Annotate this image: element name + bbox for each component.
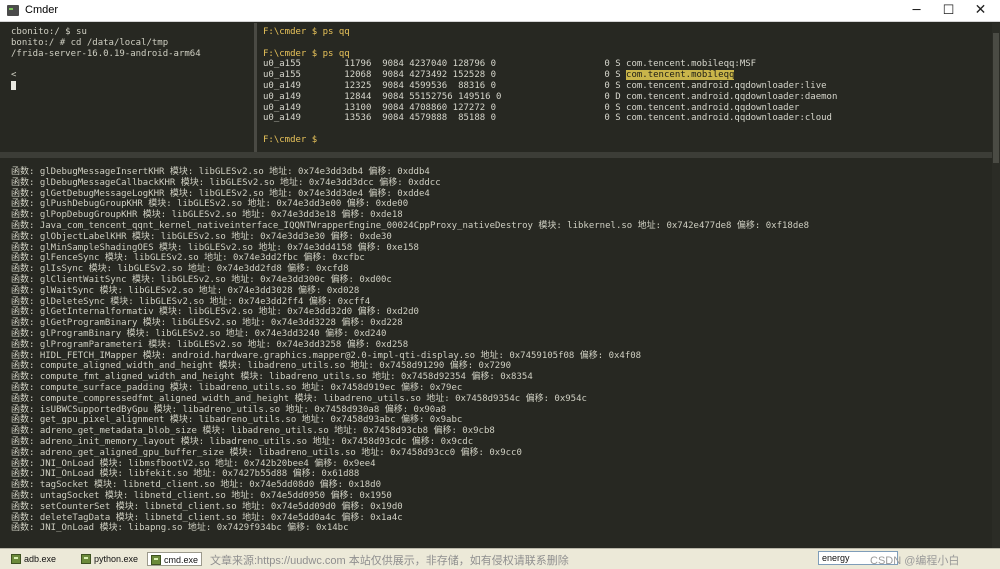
- left-pane-output: cbonito:/ $ su bonito:/ # cd /data/local…: [11, 27, 201, 93]
- cmder-icon: [7, 5, 19, 16]
- watermark-text: 文章来源:https://uudwc.com 本站仅供展示，非存储，如有侵权请联…: [210, 555, 569, 567]
- log-line: 函数: glFenceSync 模块: libGLESv2.so 地址: 0x7…: [11, 253, 365, 264]
- prompt-line-2: F:\cmder $ ps qq: [263, 48, 350, 59]
- log-line: 函数: glPopDebugGroupKHR 模块: libGLESv2.so …: [11, 210, 403, 221]
- log-line: 函数: tagSocket 模块: libnetd_client.so 地址: …: [11, 480, 382, 491]
- bottom-pane-output: 函数: glDebugMessageInsertKHR 模块: libGLESv…: [11, 167, 809, 534]
- log-line: 函数: HIDL_FETCH_IMapper 模块: android.hardw…: [11, 350, 642, 361]
- tab-label: adb.exe: [24, 554, 57, 564]
- ps-row-2: u0_a155 12068 9084 4273492 152528 0 0 S …: [263, 70, 735, 81]
- log-line: 函数: compute_aligned_width_and_height 模块:…: [11, 361, 512, 372]
- prompt-line-1: F:\cmder $ ps qq: [263, 27, 350, 37]
- highlighted-process: com.tencent.mobileqq: [626, 70, 735, 81]
- log-line: 函数: glGetDebugMessageLogKHR 模块: libGLESv…: [11, 188, 430, 199]
- terminal-pane-right[interactable]: F:\cmder $ ps qq F:\cmder $ ps qq u0_a15…: [257, 23, 992, 152]
- log-line: 函数: compute_surface_padding 模块: libadren…: [11, 382, 463, 393]
- log-line: 函数: glClientWaitSync 模块: libGLESv2.so 地址…: [11, 274, 392, 285]
- close-button[interactable]: ✕: [964, 0, 997, 21]
- left-line-3: /frida-server-16.0.19-android-arm64: [11, 48, 201, 59]
- ps-row-1: u0_a155 11796 9084 4237040 128796 0 0 S …: [263, 59, 757, 70]
- log-line: 函数: glDebugMessageInsertKHR 模块: libGLESv…: [11, 167, 430, 177]
- tab-label: cmd.exe: [164, 555, 199, 565]
- terminal-pane-bottom[interactable]: 函数: glDebugMessageInsertKHR 模块: libGLESv…: [0, 158, 992, 548]
- log-line: 函数: glMinSampleShadingOES 模块: libGLESv2.…: [11, 242, 419, 253]
- left-line-5: <: [11, 70, 17, 81]
- status-bar: adb.exe python.exe cmd.exe 文章来源:https://…: [0, 548, 1000, 569]
- log-line: 函数: glProgramBinary 模块: libGLESv2.so 地址:…: [11, 328, 387, 339]
- log-line: 函数: glGetInternalformativ 模块: libGLESv2.…: [11, 307, 419, 318]
- left-line-1: cbonito:/ $ su: [11, 27, 87, 37]
- maximize-button[interactable]: ☐: [932, 0, 965, 21]
- log-line: 函数: glProgramParameteri 模块: libGLESv2.so…: [11, 339, 409, 350]
- title-bar: Cmder ─ ☐ ✕: [0, 0, 1000, 22]
- log-line: 函数: JNI_OnLoad 模块: libapng.so 地址: 0x7429…: [11, 523, 349, 534]
- prompt-line-3: F:\cmder $: [263, 134, 318, 145]
- log-line: 函数: compute_compressedfmt_aligned_width_…: [11, 393, 587, 404]
- log-line: 函数: compute_fmt_aligned_width_and_height…: [11, 372, 533, 383]
- scrollbar-thumb[interactable]: [993, 33, 999, 163]
- log-line: 函数: glPushDebugGroupKHR 模块: libGLESv2.so…: [11, 199, 409, 210]
- log-line: 函数: glIsSync 模块: libGLESv2.so 地址: 0x74e3…: [11, 264, 349, 275]
- window-title: Cmder: [25, 4, 59, 16]
- log-line: 函数: glDebugMessageCallbackKHR 模块: libGLE…: [11, 177, 441, 188]
- log-line: 函数: setCounterSet 模块: libnetd_client.so …: [11, 501, 403, 512]
- log-line: 函数: glDeleteSync 模块: libGLESv2.so 地址: 0x…: [11, 296, 371, 307]
- log-line: 函数: JNI_OnLoad 模块: libfekit.so 地址: 0x742…: [11, 469, 360, 480]
- log-line: 函数: get_gpu_pixel_alignment 模块: libadren…: [11, 415, 463, 426]
- log-line: 函数: untagSocket 模块: libnetd_client.so 地址…: [11, 490, 392, 501]
- log-line: 函数: adreno_init_memory_layout 模块: libadr…: [11, 436, 474, 447]
- console-icon: [81, 554, 91, 564]
- console-icon: [151, 555, 161, 565]
- ps-row-4: u0_a149 12844 9084 55152756 149516 0 0 D…: [263, 91, 838, 102]
- minimize-button[interactable]: ─: [900, 0, 933, 21]
- terminal-pane-left[interactable]: cbonito:/ $ su bonito:/ # cd /data/local…: [0, 23, 254, 152]
- ps-row-5: u0_a149 13100 9084 4708860 127272 0 0 S …: [263, 102, 800, 113]
- log-line: 函数: glObjectLabelKHR 模块: libGLESv2.so 地址…: [11, 231, 392, 242]
- log-line: 函数: adreno_get_aligned_gpu_buffer_size 模…: [11, 447, 522, 458]
- right-pane-output: F:\cmder $ ps qq F:\cmder $ ps qq u0_a15…: [263, 27, 837, 146]
- tab-cmd[interactable]: cmd.exe: [147, 552, 202, 566]
- log-line: 函数: adreno_get_metadata_blob_size 模块: li…: [11, 426, 495, 437]
- log-line: 函数: glGetProgramBinary 模块: libGLESv2.so …: [11, 318, 403, 329]
- status-right-text: CSDN @编程小白: [870, 555, 960, 567]
- tab-python[interactable]: python.exe: [78, 552, 144, 566]
- console-icon: [11, 554, 21, 564]
- tab-label: python.exe: [94, 554, 139, 564]
- text-cursor: [11, 80, 16, 90]
- ps-row-3: u0_a149 12325 9084 4599536 88316 0 0 S c…: [263, 80, 827, 91]
- log-line: 函数: JNI_OnLoad 模块: libmsfbootV2.so 地址: 0…: [11, 458, 376, 469]
- scrollbar[interactable]: [992, 23, 1000, 548]
- log-line: 函数: deleteTagData 模块: libnetd_client.so …: [11, 512, 403, 523]
- log-line: 函数: glWaitSync 模块: libGLESv2.so 地址: 0x74…: [11, 285, 360, 296]
- left-line-2: bonito:/ # cd /data/local/tmp: [11, 37, 169, 48]
- log-line: 函数: isUBWCSupportedByGpu 模块: libadreno_u…: [11, 404, 447, 415]
- ps-row-6: u0_a149 13536 9084 4579888 85188 0 0 S c…: [263, 113, 832, 124]
- tab-adb[interactable]: adb.exe: [8, 552, 72, 566]
- log-line: 函数: Java_com_tencent_qqnt_kernel_nativei…: [11, 220, 810, 231]
